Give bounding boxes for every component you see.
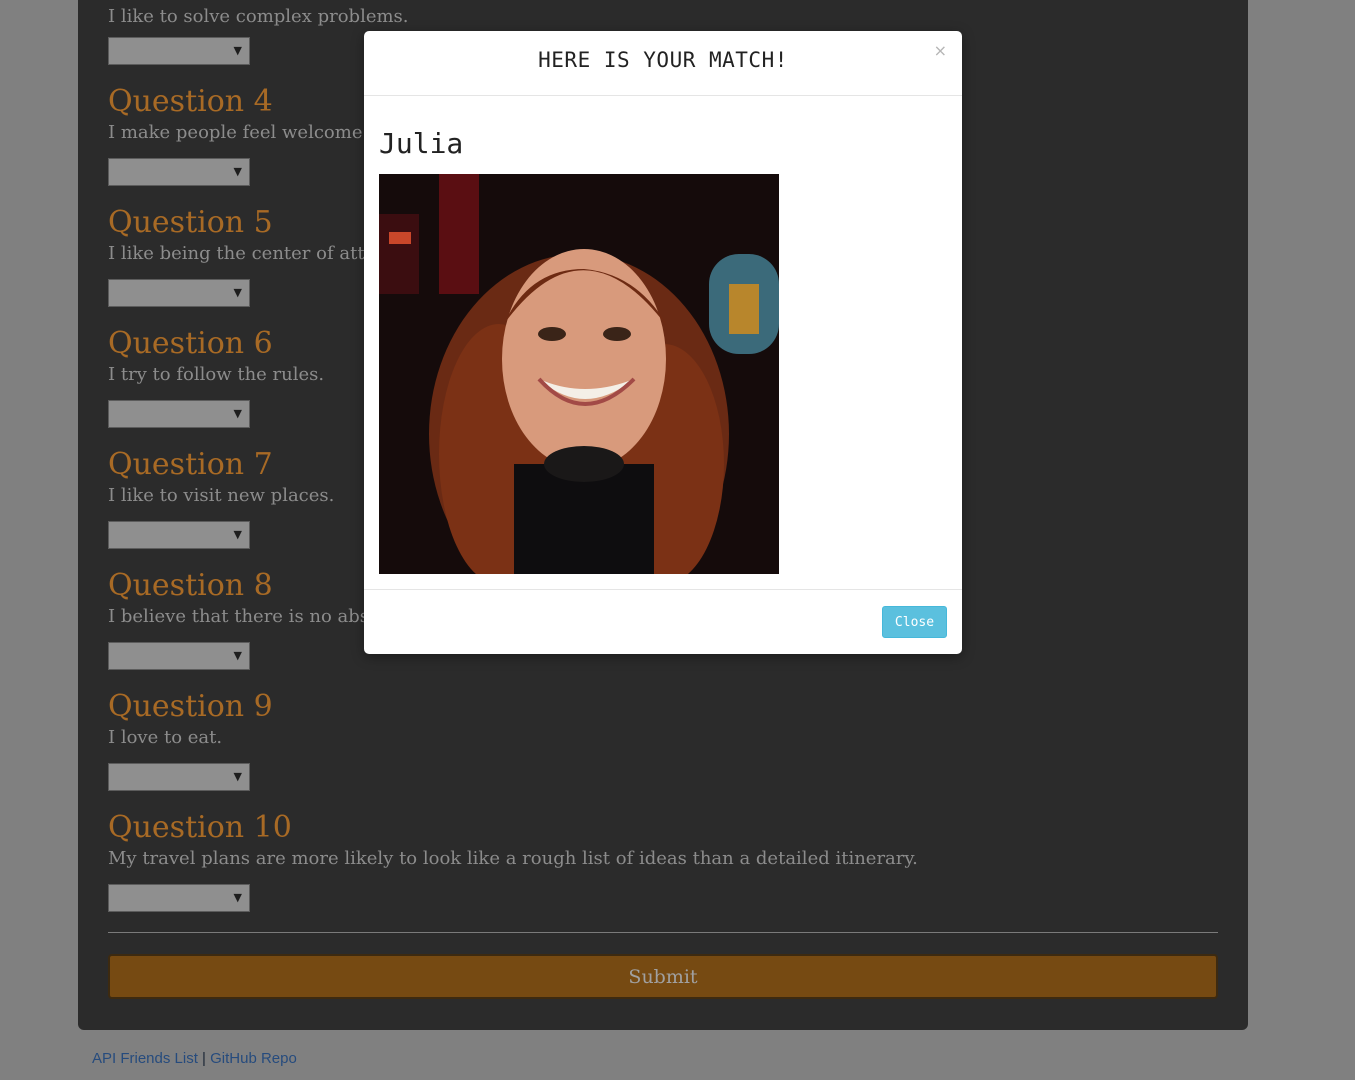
chevron-down-icon: ▼ xyxy=(233,165,242,178)
chevron-down-icon: ▼ xyxy=(233,891,242,904)
question-title: Question 9 xyxy=(108,689,273,724)
question-8: Question 8 I believe that there is no ab… xyxy=(108,568,369,630)
close-icon[interactable]: × xyxy=(934,41,947,60)
question-10: Question 10 My travel plans are more lik… xyxy=(108,810,918,872)
modal-footer-divider xyxy=(364,589,962,590)
github-repo-link[interactable]: GitHub Repo xyxy=(210,1050,297,1067)
question-5: Question 5 I like being the center of at… xyxy=(108,205,375,267)
footer-separator: | xyxy=(202,1050,206,1067)
chevron-down-icon: ▼ xyxy=(233,286,242,299)
question-title: Question 6 xyxy=(108,326,273,361)
question-7: Question 7 I like to visit new places. xyxy=(108,447,334,509)
modal-header: HERE IS YOUR MATCH! × xyxy=(364,31,962,96)
question-4: Question 4 I make people feel welcome. xyxy=(108,84,368,146)
match-modal: HERE IS YOUR MATCH! × Julia Close xyxy=(364,31,962,654)
question-9: Question 9 I love to eat. xyxy=(108,689,273,751)
chevron-down-icon: ▼ xyxy=(233,528,242,541)
question-text: My travel plans are more likely to look … xyxy=(108,848,918,869)
question-title: Question 7 xyxy=(108,447,273,482)
match-photo xyxy=(379,174,779,574)
chevron-down-icon: ▼ xyxy=(233,649,242,662)
chevron-down-icon: ▼ xyxy=(233,44,242,57)
question-10-select[interactable]: ▼ xyxy=(108,884,250,912)
footer: API Friends List | GitHub Repo xyxy=(92,1050,297,1067)
close-button[interactable]: Close xyxy=(882,606,947,638)
match-name: Julia xyxy=(379,127,464,160)
question-5-select[interactable]: ▼ xyxy=(108,279,250,307)
match-photo-image xyxy=(379,174,779,574)
question-3-select[interactable]: ▼ xyxy=(108,37,250,65)
chevron-down-icon: ▼ xyxy=(233,407,242,420)
question-6: Question 6 I try to follow the rules. xyxy=(108,326,324,388)
question-title: Question 5 xyxy=(108,205,273,240)
question-4-select[interactable]: ▼ xyxy=(108,158,250,186)
modal-title: HERE IS YOUR MATCH! xyxy=(538,48,788,72)
question-9-select[interactable]: ▼ xyxy=(108,763,250,791)
submit-button[interactable]: Submit xyxy=(108,954,1218,999)
question-text: I try to follow the rules. xyxy=(108,364,325,385)
question-8-select[interactable]: ▼ xyxy=(108,642,250,670)
question-3-text: I like to solve complex problems. xyxy=(108,6,409,27)
question-title: Question 10 xyxy=(108,810,292,845)
question-7-select[interactable]: ▼ xyxy=(108,521,250,549)
question-text: I like being the center of atte xyxy=(108,243,376,264)
question-text: I love to eat. xyxy=(108,727,223,748)
question-title: Question 8 xyxy=(108,568,273,603)
api-friends-list-link[interactable]: API Friends List xyxy=(92,1050,198,1067)
chevron-down-icon: ▼ xyxy=(233,770,242,783)
question-text: I believe that there is no abs xyxy=(108,606,370,627)
question-text: I like to visit new places. xyxy=(108,485,335,506)
question-text: I make people feel welcome. xyxy=(108,122,369,143)
divider xyxy=(108,932,1218,933)
question-6-select[interactable]: ▼ xyxy=(108,400,250,428)
question-title: Question 4 xyxy=(108,84,273,119)
